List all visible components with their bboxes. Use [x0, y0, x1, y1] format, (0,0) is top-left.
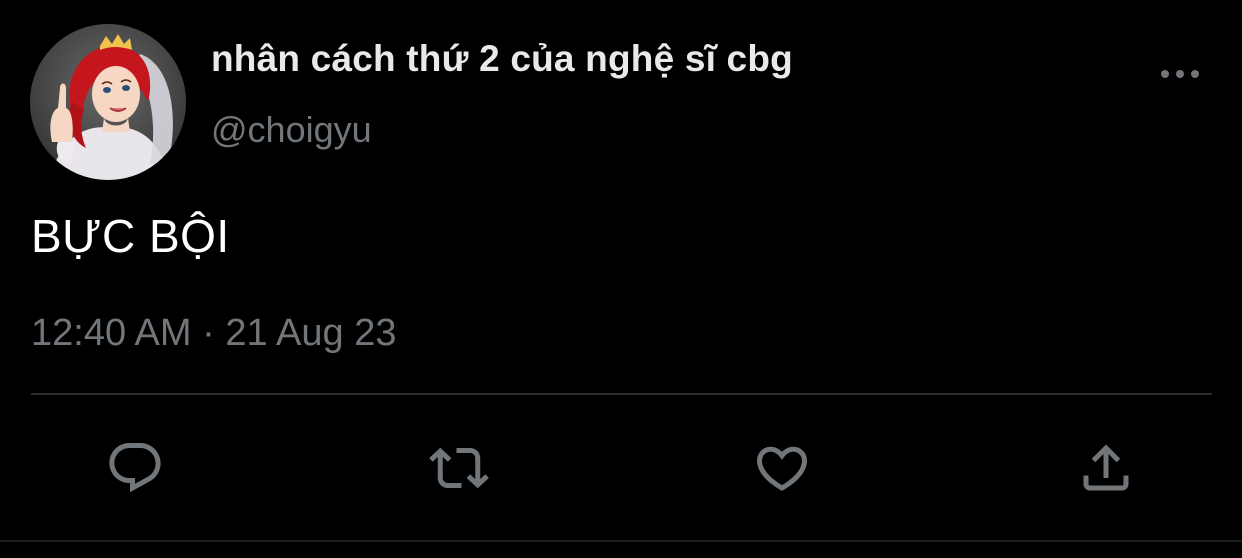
reply-icon — [109, 443, 161, 493]
tweet-card: nhân cách thứ 2 của nghệ sĩ cbg @choigyu… — [0, 0, 1242, 558]
tweet-timestamp[interactable]: 12:40 AM · 21 Aug 23 — [31, 312, 397, 355]
avatar[interactable] — [30, 24, 186, 180]
display-name[interactable]: nhân cách thứ 2 của nghệ sĩ cbg — [211, 38, 793, 80]
tweet-text: BỰC BỘI — [31, 210, 230, 262]
retweet-button[interactable] — [424, 433, 494, 503]
more-icon — [1161, 70, 1199, 78]
share-icon — [1083, 444, 1129, 491]
like-button[interactable] — [747, 433, 817, 503]
divider — [31, 393, 1212, 395]
avatar-image — [30, 24, 186, 180]
retweet-icon — [429, 447, 489, 489]
more-options-button[interactable] — [1152, 56, 1208, 92]
share-button[interactable] — [1071, 433, 1141, 503]
user-handle[interactable]: @choigyu — [211, 109, 372, 151]
bottom-divider — [0, 540, 1242, 542]
heart-icon — [756, 446, 808, 491]
reply-button[interactable] — [100, 433, 170, 503]
